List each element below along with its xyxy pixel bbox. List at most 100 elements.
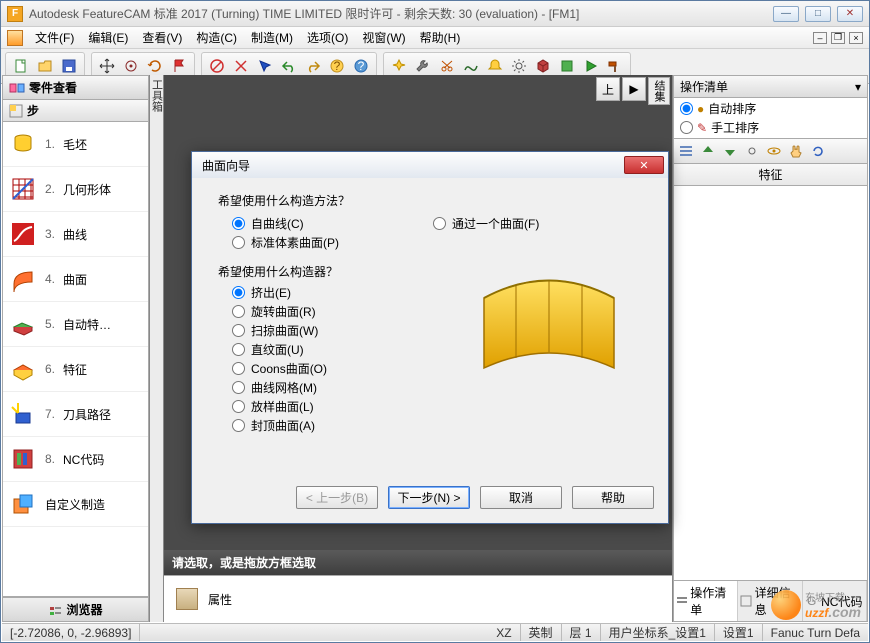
step-label: 刀具路径: [63, 406, 111, 423]
menu-window[interactable]: 视窗(W): [356, 27, 411, 48]
parts-icon: [9, 81, 25, 95]
mdi-restore-button[interactable]: ❐: [831, 32, 845, 44]
minimize-button[interactable]: —: [773, 6, 799, 22]
rt-hand-icon[interactable]: [786, 141, 806, 161]
help-icon[interactable]: ?: [350, 55, 372, 77]
step-features[interactable]: 6. 特征: [3, 347, 148, 392]
mdi-minimize-button[interactable]: –: [813, 32, 827, 44]
step-autofeature[interactable]: 5. 自动特…: [3, 302, 148, 347]
rt-eye-icon[interactable]: [764, 141, 784, 161]
open-icon[interactable]: [34, 55, 56, 77]
rt-refresh-icon[interactable]: [808, 141, 828, 161]
canvas-results-label[interactable]: 结集: [648, 77, 670, 105]
new-icon[interactable]: [10, 55, 32, 77]
method-from-curve[interactable]: 自曲线(C): [232, 215, 339, 232]
tool-play-icon[interactable]: [580, 55, 602, 77]
save-icon[interactable]: [58, 55, 80, 77]
info-icon[interactable]: ?: [326, 55, 348, 77]
back-button[interactable]: < 上一步(B): [296, 486, 378, 509]
browser-button[interactable]: 浏览器: [2, 597, 149, 622]
cross-icon[interactable]: [230, 55, 252, 77]
next-button[interactable]: 下一步(N) >: [388, 486, 470, 509]
cancel-button[interactable]: 取消: [480, 486, 562, 509]
pick-arrow-icon[interactable]: [254, 55, 276, 77]
maximize-button[interactable]: □: [805, 6, 831, 22]
menu-file[interactable]: 文件(F): [29, 27, 80, 48]
oplist-title: 操作清单: [680, 78, 728, 95]
tool-cut-icon[interactable]: [436, 55, 458, 77]
canvas-play-button[interactable]: ▶: [622, 77, 646, 101]
dialog-title: 曲面向导: [202, 157, 250, 174]
grid-icon: [9, 175, 37, 203]
property-icon[interactable]: [176, 588, 198, 610]
mdi-close-button[interactable]: ×: [849, 32, 863, 44]
tab-oplist[interactable]: 操作清单: [674, 581, 738, 621]
watermark: 东坡下载 uzzf.com: [771, 589, 861, 620]
status-plane[interactable]: XZ: [488, 624, 520, 641]
tool-gear-icon[interactable]: [508, 55, 530, 77]
tool-sheet-icon[interactable]: [556, 55, 578, 77]
rt-down-icon[interactable]: [720, 141, 740, 161]
help-button[interactable]: 帮助: [572, 486, 654, 509]
close-button[interactable]: ✕: [837, 6, 863, 22]
step-surfaces[interactable]: 4. 曲面: [3, 257, 148, 302]
step-stock[interactable]: 1. 毛坯: [3, 122, 148, 167]
tool-bell-icon[interactable]: [484, 55, 506, 77]
status-setup[interactable]: 设置1: [715, 624, 763, 641]
nc-icon: [9, 445, 37, 473]
tool-wrench-icon[interactable]: [412, 55, 434, 77]
tool-curve-icon[interactable]: [460, 55, 482, 77]
undo-icon[interactable]: [278, 55, 300, 77]
flag-icon[interactable]: [168, 55, 190, 77]
column-feature[interactable]: 特征: [673, 164, 868, 186]
menu-manufacture[interactable]: 制造(M): [245, 27, 299, 48]
rt-up-icon[interactable]: [698, 141, 718, 161]
toolbox-splitter[interactable]: 工具箱: [150, 75, 164, 622]
menu-construct[interactable]: 构造(C): [190, 27, 243, 48]
app-icon: F: [7, 6, 23, 22]
manual-sort-radio[interactable]: ✎ 手工排序: [680, 119, 861, 136]
rt-gear-icon[interactable]: [742, 141, 762, 161]
status-units[interactable]: 英制: [521, 624, 562, 641]
menu-options[interactable]: 选项(O): [301, 27, 354, 48]
target-icon[interactable]: [120, 55, 142, 77]
constr-loft[interactable]: 放样曲面(L): [232, 398, 650, 415]
tool-box-icon[interactable]: [532, 55, 554, 77]
chevron-down-icon[interactable]: ▾: [855, 80, 861, 94]
method-primitive[interactable]: 标准体素曲面(P): [232, 234, 339, 251]
canvas-up-button[interactable]: 上: [596, 77, 620, 101]
status-bar: [-2.72086, 0, -2.96893] XZ 英制 层 1 用户坐标系_…: [2, 623, 868, 641]
rt-list-icon[interactable]: [676, 141, 696, 161]
step-icon: [9, 104, 23, 118]
menu-edit[interactable]: 编辑(E): [82, 27, 134, 48]
constr-cap[interactable]: 封顶曲面(A): [232, 417, 650, 434]
status-post[interactable]: Fanuc Turn Defa: [763, 624, 868, 641]
property-label: 属性: [208, 591, 232, 608]
oplist-body[interactable]: [673, 186, 868, 581]
step-toolpath[interactable]: 7. 刀具路径: [3, 392, 148, 437]
question-method: 希望使用什么构造方法？: [218, 192, 650, 209]
redo-icon[interactable]: [302, 55, 324, 77]
menu-view[interactable]: 查看(V): [136, 27, 188, 48]
forbid-icon[interactable]: [206, 55, 228, 77]
menu-help[interactable]: 帮助(H): [414, 27, 467, 48]
tool-spark-icon[interactable]: [388, 55, 410, 77]
dialog-close-button[interactable]: ✕: [624, 156, 664, 174]
step-label: 几何形体: [63, 181, 111, 198]
svg-text:?: ?: [334, 59, 341, 73]
step-nccode[interactable]: 8. NC代码: [3, 437, 148, 482]
auto-icon: [9, 310, 37, 338]
step-geometry[interactable]: 2. 几何形体: [3, 167, 148, 212]
step-custom[interactable]: 自定义制造: [3, 482, 148, 527]
auto-sort-radio[interactable]: ● 自动排序: [680, 100, 861, 117]
tool-hammer-icon[interactable]: [604, 55, 626, 77]
status-ucs[interactable]: 用户坐标系_设置1: [601, 624, 715, 641]
move-icon[interactable]: [96, 55, 118, 77]
document-icon[interactable]: [7, 30, 23, 46]
method-through-surface[interactable]: 通过一个曲面(F): [433, 215, 539, 232]
svg-text:?: ?: [358, 59, 365, 73]
cylinder-icon: [9, 130, 37, 158]
status-layer[interactable]: 层 1: [562, 624, 601, 641]
rotate-icon[interactable]: [144, 55, 166, 77]
step-curves[interactable]: 3. 曲线: [3, 212, 148, 257]
